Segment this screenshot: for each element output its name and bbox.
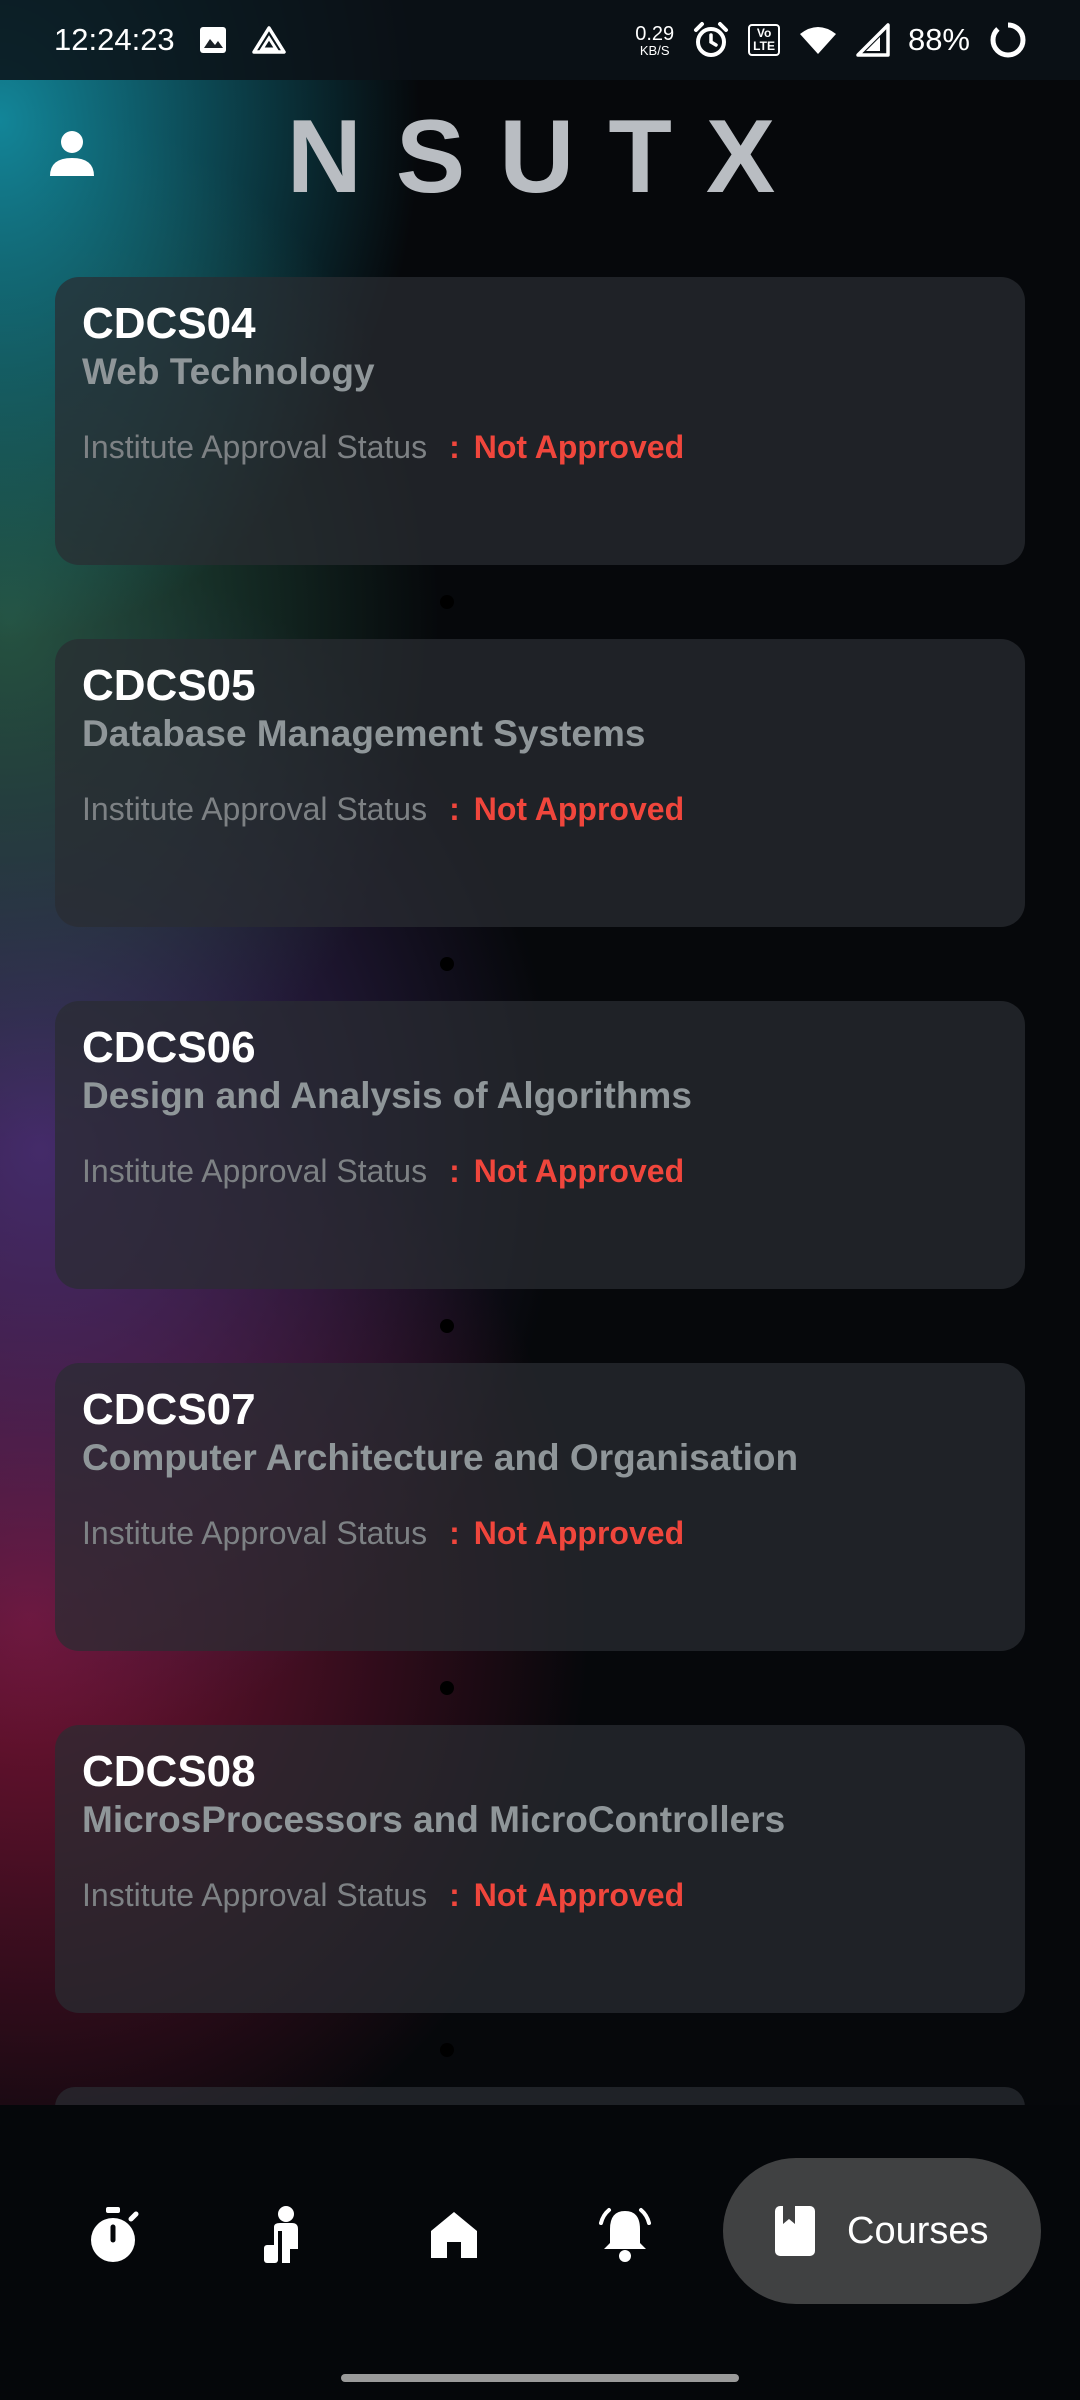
approval-status-row: Institute Approval Status : Not Approved xyxy=(82,429,684,466)
bell-icon xyxy=(599,2208,651,2262)
approval-status-row: Institute Approval Status : Not Approved xyxy=(82,1877,684,1914)
alarm-icon xyxy=(694,22,729,57)
course-code: CDCS07 xyxy=(82,1385,256,1434)
separator-dot xyxy=(55,927,1025,1001)
course-card[interactable]: CDCS06 Design and Analysis of Algorithms… xyxy=(55,1001,1025,1289)
separator-dot xyxy=(55,1651,1025,1725)
course-card[interactable]: CDCS04 Web Technology Institute Approval… xyxy=(55,277,1025,565)
battery-ring-icon xyxy=(990,22,1026,58)
volte-icon: Vo LTE xyxy=(748,24,780,56)
battery-percent: 88% xyxy=(907,22,970,57)
separator-dot xyxy=(55,565,1025,639)
home-icon xyxy=(431,2212,477,2258)
course-card-partial[interactable] xyxy=(55,2087,1025,2107)
approval-status-label: Institute Approval Status xyxy=(82,1153,428,1189)
approval-status-label: Institute Approval Status xyxy=(82,791,428,827)
drive-icon xyxy=(251,26,286,54)
course-code: CDCS06 xyxy=(82,1023,256,1072)
course-code: CDCS05 xyxy=(82,661,256,710)
wifi-icon xyxy=(799,27,836,54)
approval-status-value: Not Approved xyxy=(473,791,685,827)
nav-attendance-button[interactable] xyxy=(248,2200,318,2270)
stopwatch-icon xyxy=(91,2207,139,2262)
course-card[interactable]: CDCS08 MicrosProcessors and MicroControl… xyxy=(55,1725,1025,2013)
book-icon xyxy=(775,2206,815,2256)
separator-dot xyxy=(55,2013,1025,2087)
status-separator: : xyxy=(449,791,460,827)
approval-status-label: Institute Approval Status xyxy=(82,1515,428,1551)
signal-icon xyxy=(856,23,890,57)
nav-home-button[interactable] xyxy=(419,2200,489,2270)
approval-status-value: Not Approved xyxy=(473,1877,685,1913)
status-separator: : xyxy=(449,429,460,465)
nav-timer-button[interactable] xyxy=(78,2200,148,2270)
approval-status-value: Not Approved xyxy=(473,1515,685,1551)
status-separator: : xyxy=(449,1153,460,1189)
network-speed: 0.29 KB/S xyxy=(635,22,675,58)
course-name: Web Technology xyxy=(82,351,375,392)
nav-courses-button[interactable]: Courses xyxy=(723,2158,1041,2304)
approval-status-label: Institute Approval Status xyxy=(82,429,428,465)
status-time: 12:24:23 xyxy=(54,22,175,57)
course-card[interactable]: CDCS05 Database Management Systems Insti… xyxy=(55,639,1025,927)
nav-notifications-button[interactable] xyxy=(590,2200,660,2270)
status-separator: : xyxy=(449,1515,460,1551)
app-header: NSUTX xyxy=(0,80,1080,230)
approval-status-row: Institute Approval Status : Not Approved xyxy=(82,1153,684,1190)
nav-courses-label: Courses xyxy=(847,2209,989,2252)
app-title: NSUTX xyxy=(286,99,810,215)
approval-status-label: Institute Approval Status xyxy=(82,1877,428,1913)
separator-dot xyxy=(55,1289,1025,1363)
person-icon xyxy=(264,2206,298,2263)
course-name: Database Management Systems xyxy=(82,713,646,754)
status-bar: 12:24:23 0.29 KB/S Vo LTE 88% xyxy=(0,0,1080,80)
course-name: MicrosProcessors and MicroControllers xyxy=(82,1799,786,1840)
home-indicator[interactable] xyxy=(341,2374,739,2382)
approval-status-value: Not Approved xyxy=(473,429,685,465)
approval-status-value: Not Approved xyxy=(473,1153,685,1189)
course-code: CDCS08 xyxy=(82,1747,256,1796)
course-name: Design and Analysis of Algorithms xyxy=(82,1075,692,1116)
approval-status-row: Institute Approval Status : Not Approved xyxy=(82,1515,684,1552)
status-separator: : xyxy=(449,1877,460,1913)
course-card[interactable]: CDCS07 Computer Architecture and Organis… xyxy=(55,1363,1025,1651)
approval-status-row: Institute Approval Status : Not Approved xyxy=(82,791,684,828)
course-code: CDCS04 xyxy=(82,299,256,348)
gallery-icon xyxy=(199,27,226,53)
course-list: CDCS04 Web Technology Institute Approval… xyxy=(55,277,1025,2107)
course-name: Computer Architecture and Organisation xyxy=(82,1437,799,1478)
